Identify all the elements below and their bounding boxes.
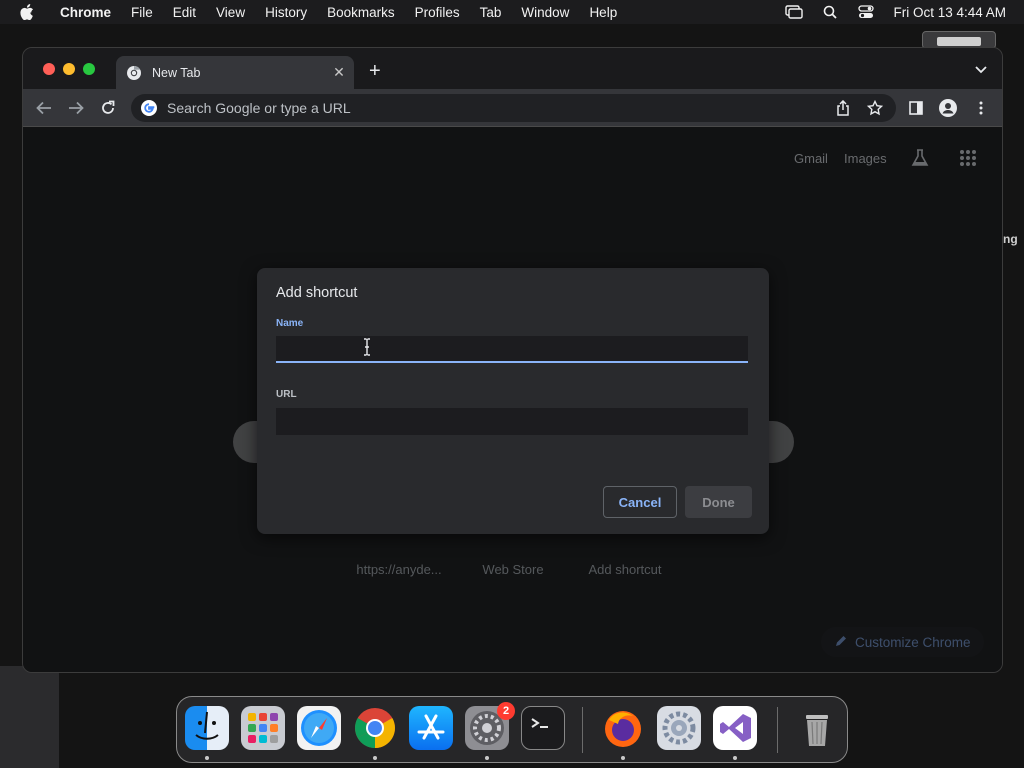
chrome-running-dot	[373, 756, 377, 760]
name-field-label: Name	[276, 318, 304, 329]
settings-gear-icon[interactable]	[657, 706, 701, 750]
menu-window[interactable]: Window	[511, 5, 579, 20]
menu-bar-clock[interactable]: Fri Oct 13 4:44 AM	[893, 5, 1006, 20]
done-button[interactable]: Done	[685, 486, 752, 518]
tab-search-chevron-icon[interactable]	[974, 63, 988, 75]
screen-mirroring-icon[interactable]	[785, 5, 804, 19]
cancel-button[interactable]: Cancel	[603, 486, 677, 518]
google-g-icon	[141, 100, 157, 116]
menu-file[interactable]: File	[121, 5, 163, 20]
app-store-icon[interactable]	[409, 706, 453, 750]
name-input[interactable]	[276, 336, 748, 363]
tab-strip: New Tab ✕ +	[23, 48, 1002, 89]
kebab-menu-icon[interactable]	[972, 99, 990, 117]
text-cursor-icon	[362, 338, 372, 356]
browser-toolbar	[23, 89, 1002, 127]
chrome-icon[interactable]	[353, 706, 397, 750]
chrome-favicon-icon	[126, 65, 142, 81]
reload-icon[interactable]	[99, 99, 117, 117]
chrome-window: New Tab ✕ + Search Google or type a URL …	[22, 47, 1003, 673]
notification-badge: 2	[497, 702, 515, 720]
window-minimize-button[interactable]	[63, 63, 75, 75]
finder-icon[interactable]	[185, 706, 229, 750]
side-panel-icon[interactable]	[907, 99, 925, 117]
add-shortcut-dialog: Add shortcut Name URL Cancel Done	[257, 268, 769, 534]
bookmark-star-icon[interactable]	[867, 100, 883, 116]
desktop-edge-text: ng	[1003, 232, 1018, 246]
finder-running-dot	[205, 756, 209, 760]
menu-help[interactable]: Help	[579, 5, 627, 20]
desktop-window-fragment-left	[0, 666, 59, 768]
menu-chrome[interactable]: Chrome	[50, 5, 121, 20]
url-field-label: URL	[276, 389, 297, 400]
url-input[interactable]	[276, 408, 748, 435]
spotlight-search-icon[interactable]	[821, 5, 839, 19]
terminal-icon[interactable]	[521, 706, 565, 750]
launchpad-icon[interactable]	[241, 706, 285, 750]
tab-new-tab[interactable]: New Tab ✕	[116, 56, 354, 89]
menu-edit[interactable]: Edit	[163, 5, 206, 20]
trash-icon[interactable]	[795, 706, 839, 750]
window-close-button[interactable]	[43, 63, 55, 75]
apple-logo-icon[interactable]	[18, 3, 36, 21]
safari-icon[interactable]	[297, 706, 341, 750]
menu-tab[interactable]: Tab	[470, 5, 512, 20]
menu-bookmarks[interactable]: Bookmarks	[317, 5, 405, 20]
visual-studio-running-dot	[733, 756, 737, 760]
firefox-running-dot	[621, 756, 625, 760]
dock-separator-trash	[777, 707, 778, 753]
firefox-icon[interactable]	[601, 706, 645, 750]
share-icon[interactable]	[835, 100, 851, 116]
forward-arrow-icon[interactable]	[67, 99, 85, 117]
tab-close-icon[interactable]: ✕	[332, 65, 346, 79]
menu-view[interactable]: View	[206, 5, 255, 20]
omnibox[interactable]	[131, 94, 896, 122]
new-tab-plus-icon[interactable]: +	[369, 61, 381, 81]
visual-studio-icon[interactable]	[713, 706, 757, 750]
menu-history[interactable]: History	[255, 5, 317, 20]
menu-profiles[interactable]: Profiles	[405, 5, 470, 20]
system-preferences-running-dot	[485, 756, 489, 760]
menu-bar: Chrome File Edit View History Bookmarks …	[0, 0, 1024, 24]
tab-title: New Tab	[152, 65, 201, 80]
control-center-icon[interactable]	[857, 5, 875, 19]
back-arrow-icon[interactable]	[35, 99, 53, 117]
omnibox-input[interactable]	[167, 100, 807, 116]
window-zoom-button[interactable]	[83, 63, 95, 75]
dialog-title: Add shortcut	[276, 285, 358, 301]
profile-avatar-icon[interactable]	[939, 99, 957, 117]
dock-separator	[582, 707, 583, 753]
